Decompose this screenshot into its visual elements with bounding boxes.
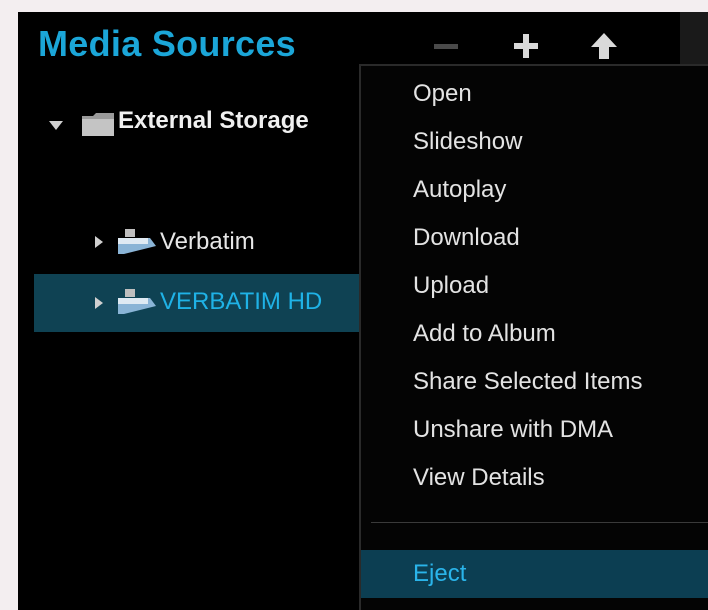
usb-drive-icon xyxy=(116,226,158,256)
menu-item-label: Slideshow xyxy=(413,128,523,155)
menu-item-eject[interactable]: Eject xyxy=(361,550,708,598)
menu-item-open[interactable]: Open xyxy=(361,70,708,118)
menu-item-autoplay[interactable]: Autoplay xyxy=(361,166,708,214)
menu-item-label: Open xyxy=(413,80,472,107)
minus-icon[interactable] xyxy=(428,28,464,64)
page-title: Media Sources xyxy=(38,23,296,64)
tree-item-external-storage[interactable]: External Storage xyxy=(18,100,358,148)
toolbar xyxy=(428,28,628,64)
tree-item-label: Verbatim xyxy=(160,228,255,255)
menu-item-label: View Details xyxy=(413,464,545,491)
context-menu: Open Slideshow Autoplay Download Upload … xyxy=(359,64,708,610)
menu-item-label: Upload xyxy=(413,272,490,299)
media-sources-window: Media Sources External Storage Verbatim … xyxy=(18,12,708,610)
menu-item-label: Autoplay xyxy=(413,176,507,203)
chevron-right-icon[interactable] xyxy=(94,296,104,310)
menu-item-add-to-album[interactable]: Add to Album xyxy=(361,310,708,358)
tree-item-verbatim[interactable]: Verbatim xyxy=(18,218,358,266)
menu-item-share-selected-items[interactable]: Share Selected Items xyxy=(361,358,708,406)
menu-item-download[interactable]: Download xyxy=(361,214,708,262)
tree-item-label: External Storage xyxy=(118,107,309,134)
chevron-down-icon[interactable] xyxy=(48,118,64,130)
plus-icon[interactable] xyxy=(508,28,544,64)
folder-icon xyxy=(80,110,116,138)
menu-item-label: Eject xyxy=(413,560,467,587)
menu-item-label: Add to Album xyxy=(413,320,556,347)
menu-item-unshare-with-dma[interactable]: Unshare with DMA xyxy=(361,406,708,454)
side-panel-edge xyxy=(680,12,708,64)
menu-item-label: Download xyxy=(413,224,520,251)
usb-drive-icon xyxy=(116,286,158,316)
menu-item-slideshow[interactable]: Slideshow xyxy=(361,118,708,166)
tree-item-label: VERBATIM HD xyxy=(160,288,323,315)
menu-item-label: Share Selected Items xyxy=(413,368,643,395)
tree-item-verbatim-hd[interactable]: VERBATIM HD xyxy=(34,274,364,332)
menu-item-upload[interactable]: Upload xyxy=(361,262,708,310)
menu-item-label: Unshare with DMA xyxy=(413,416,614,443)
menu-item-view-details[interactable]: View Details xyxy=(361,454,708,502)
menu-divider xyxy=(371,522,708,523)
chevron-right-icon[interactable] xyxy=(94,235,104,249)
up-arrow-icon[interactable] xyxy=(586,28,622,64)
